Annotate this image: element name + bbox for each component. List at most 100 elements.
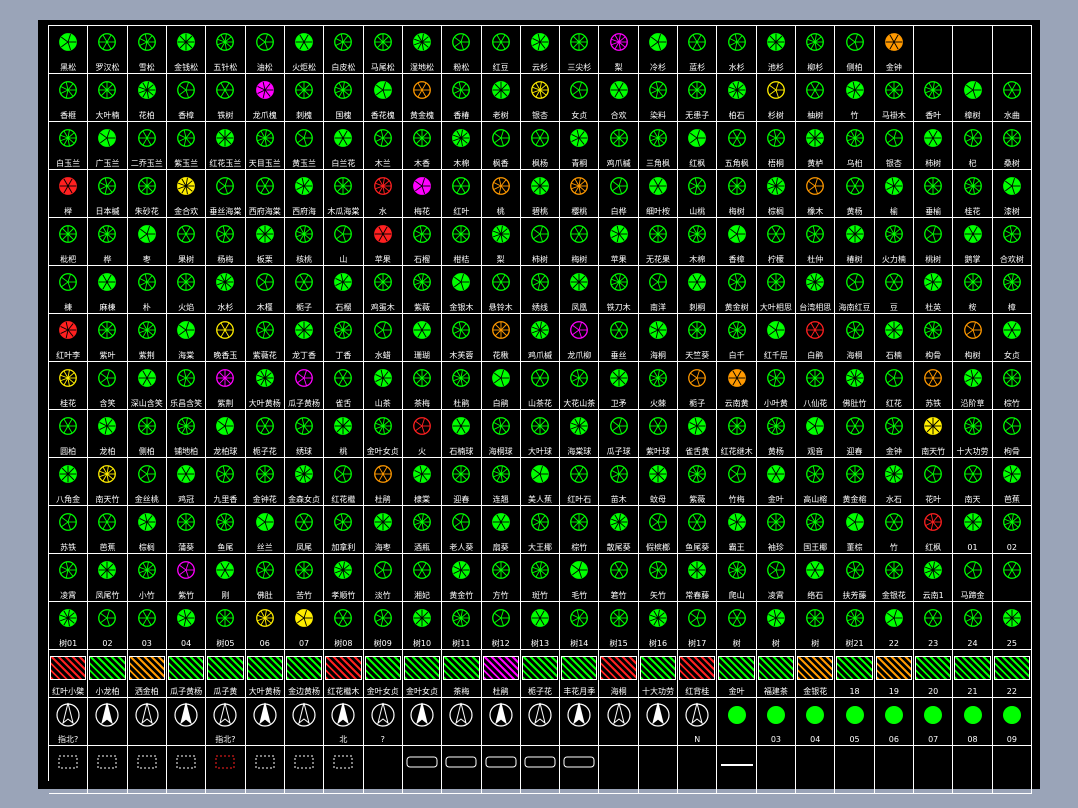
plant-symbol-cell[interactable]: 鸡爪槭 — [520, 314, 561, 362]
plant-symbol-cell[interactable]: 矢竹 — [638, 554, 679, 602]
hatch-pattern-cell[interactable]: 19 — [874, 650, 915, 698]
plant-symbol-cell[interactable]: 榉 — [49, 170, 89, 218]
plant-symbol-cell[interactable]: 大叶楠 — [88, 74, 128, 122]
plant-symbol-cell[interactable]: 朴 — [127, 266, 167, 314]
plant-symbol-cell[interactable]: 香花槐 — [363, 74, 403, 122]
plant-symbol-cell[interactable]: 白千 — [717, 314, 757, 362]
plant-symbol-cell[interactable]: 07 — [284, 602, 325, 650]
hatch-pattern-cell[interactable]: 瓜子黄杨 — [166, 650, 207, 698]
plant-symbol-cell[interactable]: 树 — [796, 602, 836, 650]
hatch-pattern-cell[interactable]: 红花檵木 — [324, 650, 364, 698]
plant-symbol-cell[interactable]: 石楠 — [874, 314, 915, 362]
plant-symbol-cell[interactable]: 南天竹 — [88, 458, 128, 506]
plant-symbol-cell[interactable]: 花柏 — [127, 74, 167, 122]
plant-symbol-cell[interactable]: 桑树 — [992, 122, 1032, 170]
plant-symbol-cell[interactable]: 八仙花 — [796, 362, 836, 410]
plant-symbol-cell[interactable]: 枇杷 — [49, 218, 89, 266]
plant-symbol-cell[interactable]: 银杏 — [520, 74, 561, 122]
plant-symbol-cell[interactable]: 02 — [992, 506, 1032, 554]
plant-symbol-cell[interactable]: 蓝杉 — [678, 26, 718, 74]
plant-symbol-cell[interactable]: 水 — [363, 170, 403, 218]
plant-symbol-cell[interactable]: 棣棠 — [402, 458, 443, 506]
plant-symbol-cell[interactable]: 桂花 — [953, 170, 993, 218]
plant-symbol-cell[interactable]: 紫叶 — [88, 314, 128, 362]
plant-symbol-cell[interactable]: 卫矛 — [599, 362, 639, 410]
hatch-pattern-cell[interactable]: 栀子花 — [520, 650, 561, 698]
plant-symbol-cell[interactable]: 金钱松 — [166, 26, 207, 74]
plant-symbol-cell[interactable]: 西府海棠 — [245, 170, 285, 218]
plant-symbol-cell[interactable]: 红花玉兰 — [206, 122, 246, 170]
plant-symbol-cell[interactable]: 南天 — [953, 458, 993, 506]
plant-symbol-cell[interactable]: 淡竹 — [363, 554, 403, 602]
plant-symbol-cell[interactable]: 水杉 — [206, 266, 246, 314]
hatch-pattern-cell[interactable]: 20 — [914, 650, 954, 698]
plant-symbol-cell[interactable]: 无患子 — [678, 74, 718, 122]
plant-symbol-cell[interactable]: 杨梅 — [206, 218, 246, 266]
plant-symbol-cell[interactable]: 无花果 — [638, 218, 679, 266]
plant-symbol-cell[interactable]: 高山榕 — [796, 458, 836, 506]
plant-symbol-cell[interactable]: 金森女贞 — [284, 458, 325, 506]
plant-symbol-cell[interactable]: 黄玉兰 — [284, 122, 325, 170]
plant-symbol-cell[interactable]: 苏铁 — [914, 362, 954, 410]
plant-symbol-cell[interactable]: 杜英 — [914, 266, 954, 314]
plant-symbol-cell[interactable]: 马蹄金 — [953, 554, 993, 602]
hatch-pattern-cell[interactable]: 22 — [992, 650, 1032, 698]
plant-symbol-cell[interactable]: 构骨 — [914, 314, 954, 362]
plant-symbol-cell[interactable]: 椿树 — [835, 218, 875, 266]
plant-symbol-cell[interactable]: 扇葵 — [481, 506, 521, 554]
plant-symbol-cell[interactable]: 冷杉 — [638, 26, 679, 74]
plant-symbol-cell[interactable]: 方竹 — [481, 554, 521, 602]
plant-symbol-cell[interactable]: 董棕 — [835, 506, 875, 554]
plant-symbol-cell[interactable]: 红枫 — [914, 506, 954, 554]
misc-symbol-cell[interactable] — [756, 746, 797, 794]
plant-symbol-cell[interactable]: 碧桃 — [520, 170, 561, 218]
plant-symbol-cell[interactable]: 佛肚 — [245, 554, 285, 602]
plant-symbol-cell[interactable]: 树17 — [678, 602, 718, 650]
misc-symbol-cell[interactable] — [324, 746, 364, 794]
plant-symbol-cell[interactable]: 龙丁香 — [284, 314, 325, 362]
plant-symbol-cell[interactable]: 沿阶草 — [953, 362, 993, 410]
plant-symbol-cell[interactable]: 树08 — [324, 602, 364, 650]
plant-symbol-cell[interactable]: 紫荆 — [127, 314, 167, 362]
plant-symbol-cell[interactable]: 鱼尾葵 — [678, 506, 718, 554]
plant-symbol-cell[interactable]: 圆柏 — [49, 410, 89, 458]
plant-symbol-cell[interactable]: 06 — [245, 602, 285, 650]
plant-symbol-cell[interactable]: 刺桐 — [678, 266, 718, 314]
plant-symbol-cell[interactable]: 刚 — [206, 554, 246, 602]
plant-symbol-cell[interactable]: 金银木 — [442, 266, 482, 314]
plant-symbol-cell[interactable]: 瓜子黄杨 — [284, 362, 325, 410]
hatch-pattern-cell[interactable]: 18 — [835, 650, 875, 698]
plant-symbol-cell[interactable]: 雀舌 — [324, 362, 364, 410]
north-arrow-cell[interactable] — [717, 698, 757, 746]
plant-symbol-cell[interactable]: 麻棟 — [88, 266, 128, 314]
plant-symbol-cell[interactable]: 黄金槐 — [402, 74, 443, 122]
plant-symbol-cell[interactable]: 竹 — [874, 506, 915, 554]
plant-symbol-cell[interactable]: 扶芳藤 — [835, 554, 875, 602]
plant-symbol-cell[interactable]: 木芙蓉 — [442, 314, 482, 362]
hatch-pattern-cell[interactable]: 21 — [953, 650, 993, 698]
plant-symbol-cell[interactable]: 枸骨 — [992, 410, 1032, 458]
plant-symbol-cell[interactable]: 海南红豆 — [835, 266, 875, 314]
misc-symbol-cell[interactable] — [599, 746, 639, 794]
plant-symbol-cell[interactable]: 马褂木 — [874, 74, 915, 122]
plant-symbol-cell[interactable]: 海棠球 — [560, 410, 600, 458]
misc-symbol-cell[interactable] — [245, 746, 285, 794]
plant-symbol-cell[interactable]: 鱼尾 — [206, 506, 246, 554]
plant-symbol-cell[interactable]: 大王椰 — [520, 506, 561, 554]
plant-symbol-cell[interactable]: 紫玉兰 — [166, 122, 207, 170]
plant-symbol-cell[interactable]: 海桐 — [638, 314, 679, 362]
north-arrow-cell[interactable]: 05 — [835, 698, 875, 746]
plant-symbol-cell[interactable]: 紫竹 — [166, 554, 207, 602]
hatch-pattern-cell[interactable]: 海桐 — [599, 650, 639, 698]
plant-symbol-cell[interactable]: 铁树 — [206, 74, 246, 122]
plant-symbol-cell[interactable]: 树01 — [49, 602, 89, 650]
plant-symbol-cell[interactable]: 木瓜海棠 — [324, 170, 364, 218]
plant-symbol-cell[interactable]: 桂花 — [49, 362, 89, 410]
plant-symbol-cell[interactable]: 树12 — [481, 602, 521, 650]
plant-symbol-cell[interactable]: 杞 — [953, 122, 993, 170]
plant-symbol-cell[interactable]: 金钟 — [874, 410, 915, 458]
plant-symbol-cell[interactable]: 国槐 — [324, 74, 364, 122]
plant-symbol-cell[interactable]: 罗汉松 — [88, 26, 128, 74]
plant-symbol-cell[interactable]: 芭蕉 — [88, 506, 128, 554]
plant-symbol-cell[interactable]: 黄栌 — [796, 122, 836, 170]
